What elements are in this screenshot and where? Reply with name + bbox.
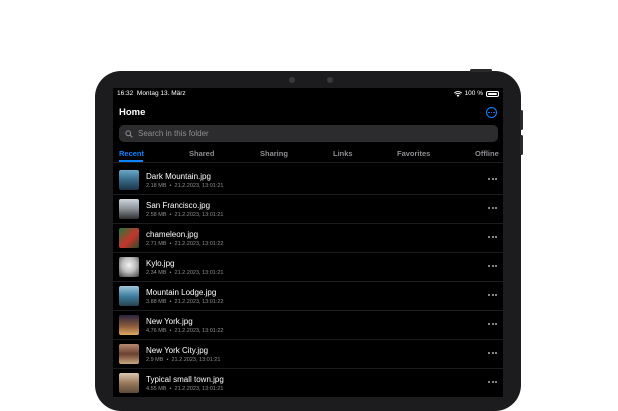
tab-bar: Recent Shared Sharing Links Favorites Of… (113, 148, 503, 162)
battery-percent: 100 % (464, 90, 483, 97)
file-name: Mountain Lodge.jpg (146, 288, 217, 297)
ellipsis-circle-icon[interactable] (486, 107, 497, 118)
tab-sharing[interactable]: Sharing (260, 149, 288, 158)
search-input[interactable]: Search in this folder (119, 125, 498, 142)
tab-offline[interactable]: Offline (475, 149, 499, 158)
file-date: 21.2.2023, 13:01:21 (171, 357, 221, 363)
file-name: chameleon.jpg (146, 230, 199, 239)
volume-button (470, 69, 492, 72)
file-date: 21.2.2023, 13:01:21 (174, 212, 224, 218)
file-thumbnail (119, 315, 139, 335)
more-icon[interactable] (488, 352, 497, 354)
file-thumbnail (119, 286, 139, 306)
file-size: 2.58 MB (146, 212, 167, 218)
wifi-icon (453, 90, 462, 97)
file-thumbnail (119, 373, 139, 393)
file-date: 21.2.2023, 13:01:21 (174, 270, 224, 276)
file-size: 4.76 MB (146, 328, 167, 334)
search-icon (125, 129, 133, 138)
divider (113, 162, 503, 163)
list-item[interactable]: Kylo.jpg 2.34 MB • 21.2.2023, 13:01:21 (113, 253, 503, 282)
tab-links[interactable]: Links (333, 149, 353, 158)
file-size: 2.9 MB (146, 357, 164, 363)
file-size: 2.34 MB (146, 270, 167, 276)
file-thumbnail (119, 170, 139, 190)
list-item[interactable]: New York City.jpg 2.9 MB • 21.2.2023, 13… (113, 340, 503, 369)
status-bar: 16:32 Montag 13. März 100 % (113, 88, 503, 100)
file-size: 3.88 MB (146, 299, 167, 305)
battery-icon (486, 90, 499, 97)
camera-icon (289, 77, 295, 83)
file-thumbnail (119, 228, 139, 248)
file-date: 21.2.2023, 13:01:22 (174, 299, 224, 305)
side-button-upper (520, 110, 523, 130)
tab-shared[interactable]: Shared (189, 149, 214, 158)
more-icon[interactable] (488, 178, 497, 180)
status-date: Montag 13. März (136, 90, 186, 97)
file-list: Dark Mountain.jpg 2.18 MB • 21.2.2023, 1… (113, 166, 503, 398)
file-size: 2.18 MB (146, 183, 167, 189)
file-thumbnail (119, 257, 139, 277)
file-name: San Francisco.jpg (146, 201, 211, 210)
list-item[interactable]: New York.jpg 4.76 MB • 21.2.2023, 13:01:… (113, 311, 503, 340)
more-icon[interactable] (488, 323, 497, 325)
file-date: 21.2.2023, 13:01:22 (174, 328, 224, 334)
status-time: 16:32 (117, 90, 134, 97)
search-placeholder: Search in this folder (138, 129, 209, 138)
list-item[interactable]: Mountain Lodge.jpg 3.88 MB • 21.2.2023, … (113, 282, 503, 311)
more-icon[interactable] (488, 381, 497, 383)
file-name: Typical small town.jpg (146, 375, 224, 384)
page-title: Home (119, 107, 146, 118)
more-icon[interactable] (488, 265, 497, 267)
list-item[interactable]: Dark Mountain.jpg 2.18 MB • 21.2.2023, 1… (113, 166, 503, 195)
list-item[interactable]: chameleon.jpg 2.71 MB • 21.2.2023, 13:01… (113, 224, 503, 253)
file-name: Dark Mountain.jpg (146, 172, 211, 181)
more-icon[interactable] (488, 236, 497, 238)
file-name: New York City.jpg (146, 346, 209, 355)
more-icon[interactable] (488, 207, 497, 209)
tab-favorites[interactable]: Favorites (397, 149, 430, 158)
file-size: 4.55 MB (146, 386, 167, 392)
more-icon[interactable] (488, 294, 497, 296)
file-date: 21.2.2023, 13:01:21 (174, 183, 224, 189)
file-size: 2.71 MB (146, 241, 167, 247)
file-date: 21.2.2023, 13:01:21 (174, 386, 224, 392)
file-thumbnail (119, 344, 139, 364)
app-screen: 16:32 Montag 13. März 100 % Home Search … (113, 88, 503, 398)
file-date: 21.2.2023, 13:01:22 (174, 241, 224, 247)
side-button-lower (520, 135, 523, 155)
sensor-icon (327, 77, 333, 83)
file-name: Kylo.jpg (146, 259, 175, 268)
list-item[interactable]: San Francisco.jpg 2.58 MB • 21.2.2023, 1… (113, 195, 503, 224)
tab-recent[interactable]: Recent (119, 149, 144, 158)
file-thumbnail (119, 199, 139, 219)
file-name: New York.jpg (146, 317, 193, 326)
